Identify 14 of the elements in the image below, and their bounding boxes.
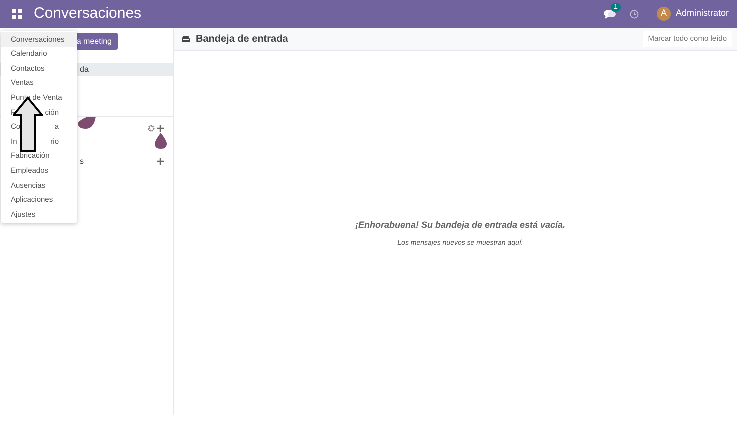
gear-icon[interactable] [148,125,155,132]
plus-icon[interactable] [157,158,164,165]
chat-bubbles-icon[interactable] [604,9,616,19]
empty-state-title: ¡Enhorabuena! Su bandeja de entrada está vacía. [355,219,566,232]
drop-icon [155,133,167,149]
plus-icon[interactable] [157,125,164,132]
user-name[interactable]: Administrator [676,7,729,21]
apps-grid-icon[interactable] [12,9,22,19]
drop-icon [78,117,96,129]
app-title: Conversaciones [34,4,142,24]
clock-icon[interactable] [630,10,639,18]
page-title: Bandeja de entrada [196,32,288,46]
section-label: s [80,156,84,168]
inbox-icon [182,36,190,42]
